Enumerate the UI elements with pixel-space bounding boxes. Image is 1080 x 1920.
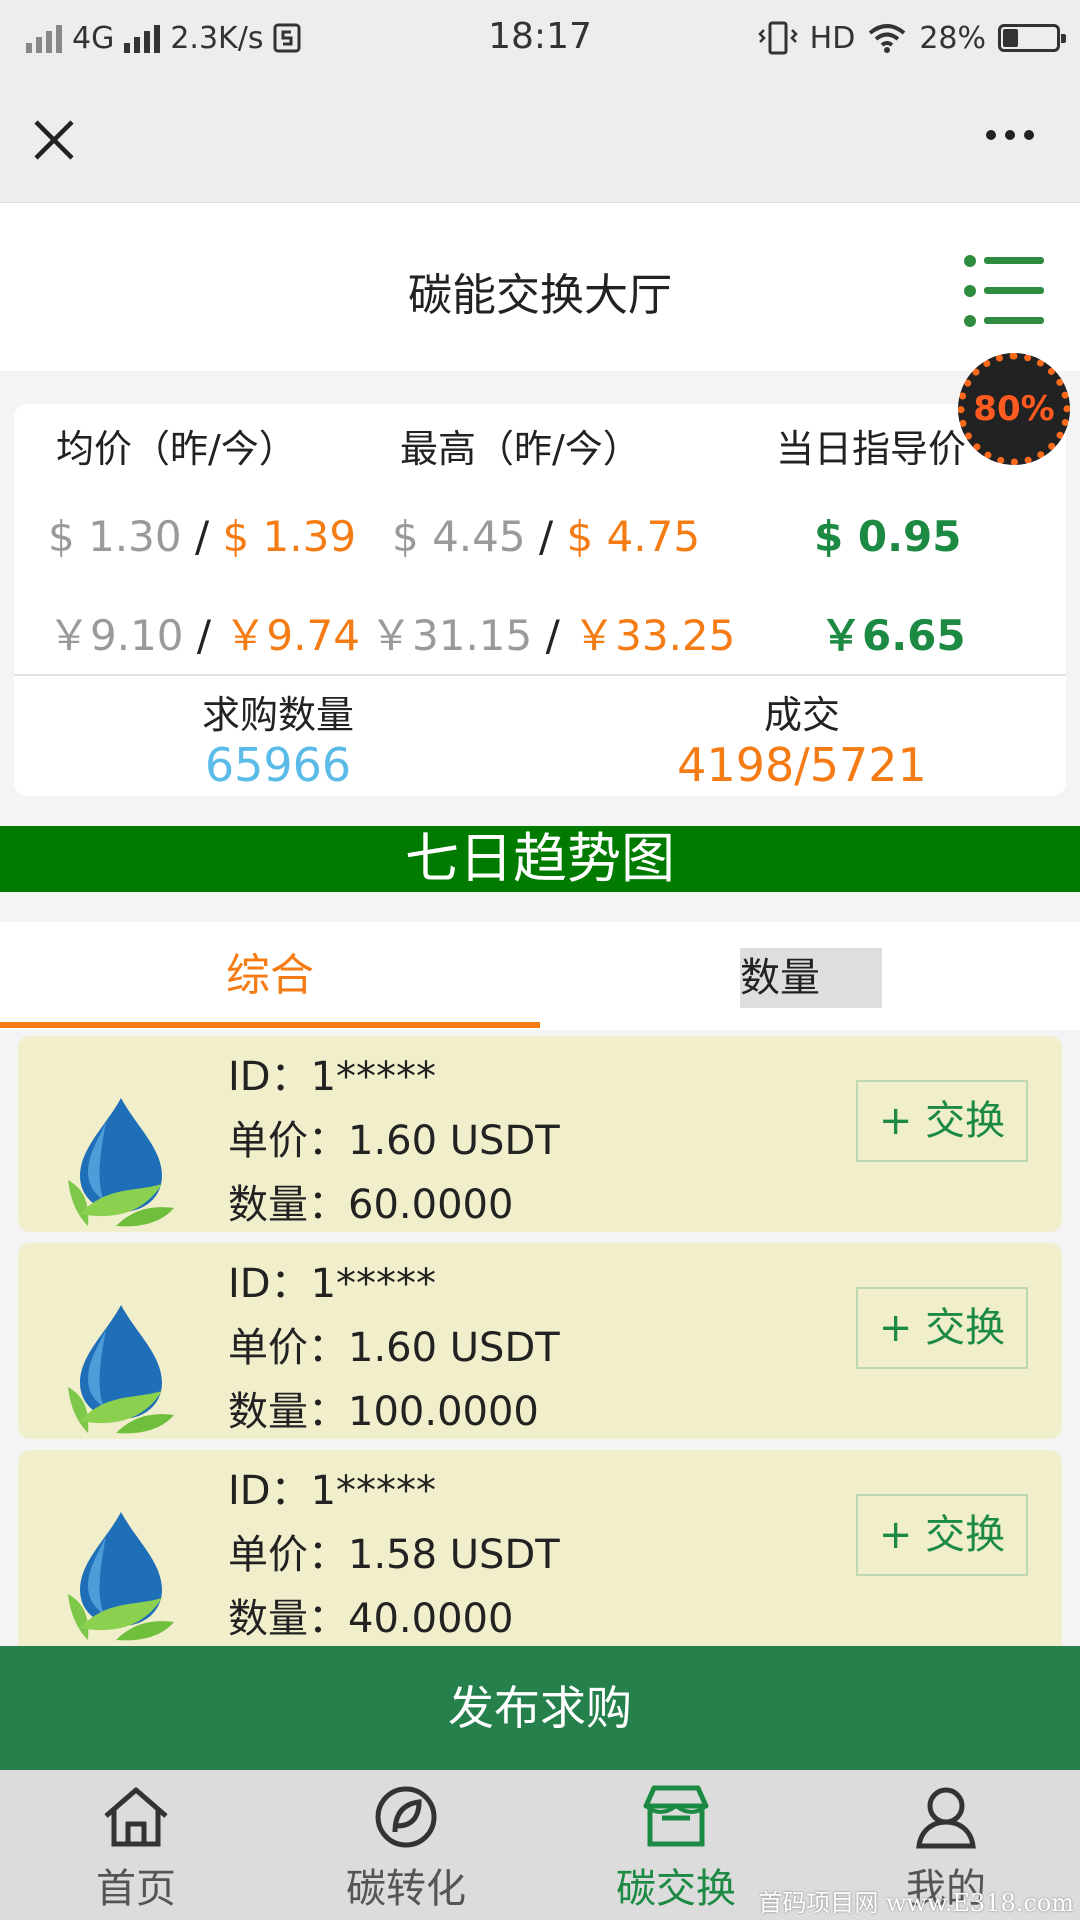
exchange-box-icon [643, 1785, 709, 1847]
item-qty: 数量：60.0000 [228, 1182, 514, 1228]
page-header: 碳能交换大厅 [0, 203, 1080, 371]
list-item: ID：1***** 单价：1.60 USDT 数量：100.0000 + 交换 [18, 1243, 1062, 1439]
battery-percent: 28% [919, 20, 986, 56]
demand-qty-value: 65966 [204, 738, 352, 792]
guide-price-usd: $ 0.95 [814, 512, 962, 561]
max-price-header: 最高（昨/今） [400, 427, 641, 471]
exchange-button[interactable]: + 交换 [856, 1494, 1028, 1576]
guide-price-cny: ￥6.65 [820, 611, 966, 660]
avg-price-cny: ￥9.10 / ￥9.74 [48, 611, 360, 660]
close-icon[interactable] [30, 116, 78, 164]
market-stats-card: 均价（昨/今） $ 1.30 / $ 1.39 ￥9.10 / ￥9.74 最高… [14, 404, 1066, 796]
status-bar: 4G 2.3K/s 18:17 HD 28% [0, 0, 1080, 78]
publish-request-button[interactable]: 发布求购 [0, 1646, 1080, 1770]
list-item: ID：1***** 单价：1.60 USDT 数量：60.0000 + 交换 [18, 1036, 1062, 1232]
home-icon [104, 1787, 168, 1847]
water-drop-logo-icon [68, 1512, 174, 1641]
guide-price-header: 当日指导价 [776, 427, 967, 471]
water-drop-logo-icon [68, 1098, 174, 1227]
tab-quantity[interactable]: 数量 [740, 948, 882, 1008]
exchange-button[interactable]: + 交换 [856, 1080, 1028, 1162]
page-title: 碳能交换大厅 [408, 270, 672, 321]
item-id: ID：1***** [228, 1054, 437, 1100]
watermark: 首码项目网 www.E318.com [758, 1889, 1074, 1917]
bottom-tab-bar: 首页 碳转化 碳交换 我的 首码项目网 www.E318.com [0, 1770, 1080, 1920]
item-price: 单价：1.60 USDT [228, 1325, 560, 1371]
status-right: HD 28% [757, 18, 1066, 58]
tabbar-item-carbon-exchange[interactable]: 碳交换 [576, 1784, 776, 1914]
tabbar-item-home[interactable]: 首页 [36, 1784, 236, 1914]
item-price: 单价：1.58 USDT [228, 1532, 560, 1578]
webview-nav-bar [0, 78, 1080, 203]
item-qty: 数量：40.0000 [228, 1596, 514, 1642]
list-tabs: 综合 数量 [0, 922, 1080, 1030]
user-icon [916, 1787, 976, 1849]
deal-value: 4198/5721 [677, 738, 927, 792]
hd-indicator: HD [809, 20, 856, 56]
water-drop-logo-icon [68, 1305, 174, 1434]
battery-icon [998, 24, 1066, 52]
tab-overall[interactable]: 综合 [0, 922, 540, 1030]
speed-boost-badge[interactable]: 80% [958, 353, 1070, 465]
max-price-cny: ￥31.15 / ￥33.25 [370, 611, 736, 660]
exchange-button[interactable]: + 交换 [856, 1287, 1028, 1369]
avg-price-header: 均价（昨/今） [56, 427, 297, 471]
active-tab-indicator [0, 1022, 540, 1028]
avg-price-usd: $ 1.30 / $ 1.39 [48, 512, 357, 561]
leaf-circle-icon [375, 1786, 437, 1848]
demand-qty-label: 求购数量 [201, 693, 354, 737]
item-id: ID：1***** [228, 1468, 437, 1514]
battery-level [1003, 29, 1018, 47]
wifi-icon [869, 24, 906, 53]
deal-label: 成交 [763, 693, 840, 737]
item-id: ID：1***** [228, 1261, 437, 1307]
list-item: ID：1***** 单价：1.58 USDT 数量：40.0000 + 交换 [18, 1450, 1062, 1646]
card-divider [14, 674, 1066, 676]
vibrate-icon [757, 21, 798, 55]
item-price: 单价：1.60 USDT [228, 1118, 560, 1164]
max-price-usd: $ 4.45 / $ 4.75 [392, 512, 701, 561]
menu-list-icon[interactable] [962, 251, 1046, 331]
more-options-icon[interactable] [986, 130, 1034, 140]
item-qty: 数量：100.0000 [228, 1389, 539, 1435]
tabbar-item-carbon-convert[interactable]: 碳转化 [306, 1784, 506, 1914]
seven-day-trend-banner[interactable]: 七日趋势图 [0, 826, 1080, 892]
